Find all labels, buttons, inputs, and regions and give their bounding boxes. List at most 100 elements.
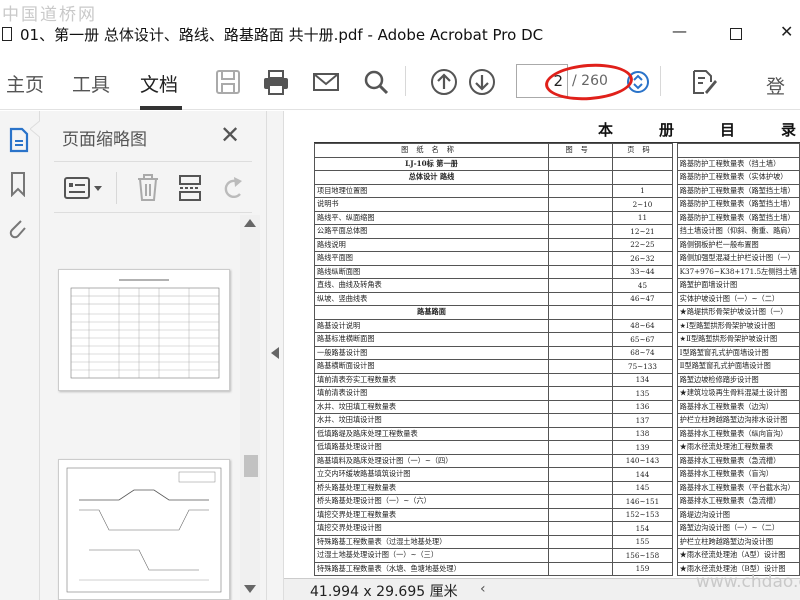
thumbnails-scrollbar[interactable] (240, 215, 260, 600)
login-button[interactable]: 登 (766, 72, 785, 99)
table-row: 路线纵断面图 33~44 K37+976~K38+171.5左侧挡土墙 (313, 264, 800, 279)
toc-cell-name: LJ-10标 第一册 (313, 156, 550, 171)
maximize-button[interactable] (730, 28, 742, 40)
toc-cell-page: 11 (612, 210, 673, 225)
toc-header-fig: 图号 (548, 143, 614, 158)
page-thumbnail-177[interactable] (58, 269, 230, 391)
attachment-icon[interactable] (6, 215, 28, 241)
panel-splitter[interactable] (266, 111, 284, 600)
toc-cell-name: 特殊路基工程数量表（过湿土地基处理） (313, 534, 550, 549)
toc-cell-fig (548, 413, 614, 428)
toc-cell-page: 33~44 (612, 264, 673, 279)
toc-cell-page: 146~151 (612, 494, 673, 509)
scroll-down-icon[interactable] (244, 585, 256, 593)
toc-cell-fig (548, 548, 614, 563)
toc-cell-fig (548, 372, 614, 387)
delete-icon[interactable] (136, 174, 160, 202)
options-menu-icon[interactable] (64, 176, 104, 200)
document-heading: 本册目录 (598, 121, 796, 139)
toc-cell-right: 路基排水工程数量表（急流槽） (676, 494, 800, 509)
minimize-button[interactable]: — (672, 22, 687, 40)
table-row: 说明书 2~10 路基防护工程数量表（路堑挡土墙） (313, 197, 800, 212)
toc-cell-fig (548, 426, 614, 441)
extract-pages-icon[interactable] (178, 174, 202, 202)
toc-cell-name: 过湿土地基处理设计图（一）~（三） (313, 548, 550, 563)
toc-cell-right: 路侧钢板护栏一般布置图 (676, 237, 800, 252)
main-toolbar: 主页 工具 文档 (0, 56, 800, 110)
table-row: 水井、坟田填工程数量表 136 路基排水工程数量表（边沟） (313, 399, 800, 414)
table-row: 桥头路基处理工程数量表 145 路基排水工程数量表（平台截水沟） (313, 480, 800, 495)
toc-cell-page: 45 (612, 278, 673, 293)
table-row: 总体设计 路线 路基防护工程数量表（实体护坡） (313, 170, 800, 185)
toc-cell-right: 实体护坡设计图（一）~（二） (676, 291, 800, 306)
table-row: 一般路基设计图 68~74 Ⅰ型路堑窗孔式护面墙设计图 (313, 345, 800, 360)
close-window-button[interactable]: ✕ (780, 22, 793, 41)
previous-page-icon[interactable] (430, 68, 458, 96)
toc-cell-fig (548, 318, 614, 333)
toc-cell-fig (548, 399, 614, 414)
toc-cell-fig (548, 251, 614, 266)
collapse-panel-arrow-icon[interactable] (271, 347, 279, 359)
toc-cell-fig (548, 494, 614, 509)
email-icon[interactable] (312, 68, 340, 96)
thumbnails-scroll-area[interactable]: 176 177 (40, 215, 266, 600)
toc-cell-fig (548, 305, 614, 320)
print-icon[interactable] (262, 68, 290, 96)
scroll-up-icon[interactable] (244, 219, 256, 227)
toc-header-name: 图纸名称 (313, 143, 550, 158)
scroll-left-icon[interactable]: ‹ (480, 581, 486, 597)
tab-home[interactable]: 主页 (6, 70, 44, 97)
table-row: 立交内环缓坡路基填筑设计图 144 路基排水工程数量表（盲沟） (313, 467, 800, 482)
toc-cell-right: 路堤边沟设计图 (676, 507, 800, 522)
toc-cell-fig (548, 278, 614, 293)
table-row: 水井、坟田填设计图 137 护栏立柱跨越路堑边沟排水设计图 (313, 413, 800, 428)
toc-cell-right: 路基排水工程数量表（平台截水沟） (676, 480, 800, 495)
toc-cell-right: 路堑边沟设计图（一）~（二） (676, 521, 800, 536)
table-row: 路线平、纵面缩图 11 路基防护工程数量表（路堑挡土墙） (313, 210, 800, 225)
toc-cell-name: 路基填料及路床处理设计图（一）~（四） (313, 453, 550, 468)
document-view[interactable]: 本册目录 图纸名称图号页码LJ-10标 第一册路基防护工程数量表（挡土墙）总体设… (284, 111, 800, 600)
tab-document[interactable]: 文档 (140, 70, 178, 97)
undo-icon[interactable] (220, 174, 246, 202)
fill-sign-icon[interactable] (690, 68, 718, 96)
toc-cell-fig (548, 237, 614, 252)
toc-cell-page (612, 170, 673, 185)
toc-cell-name: 路基标准横断面图 (313, 332, 550, 347)
toc-cell-name: 水井、坟田填设计图 (313, 413, 550, 428)
table-row: 低填路基处理设计图 139 ★雨水径流处理池工程数量表 (313, 440, 800, 455)
toc-cell-page: 154 (612, 521, 673, 536)
toc-cell-fig (548, 386, 614, 401)
page-thumbnails-icon[interactable] (8, 127, 30, 153)
toc-cell-fig (548, 264, 614, 279)
toc-cell-page: 68~74 (612, 345, 673, 360)
toc-cell-name: 填前清表夯实工程数量表 (313, 372, 550, 387)
toc-cell-right: 路基防护工程数量表（路堑挡土墙） (676, 210, 800, 225)
search-icon[interactable] (362, 68, 390, 96)
next-page-icon[interactable] (468, 68, 496, 96)
toc-cell-fig (548, 521, 614, 536)
toc-cell-right: ★雨水径流处理池工程数量表 (676, 440, 800, 455)
panel-toolbar (54, 161, 252, 213)
tab-tools[interactable]: 工具 (72, 70, 110, 97)
table-row: 路基横断面设计图 75~133 Ⅱ型路堑窗孔式护面墙设计图 (313, 359, 800, 374)
table-row: 特殊路基工程数量表（过湿土地基处理） 155 护栏立柱跨越路堑边沟设计图 (313, 534, 800, 549)
thumbnail-table-preview (70, 279, 220, 379)
thumbnail-drawing-preview (66, 467, 222, 593)
save-icon[interactable] (214, 68, 242, 96)
toc-cell-right: ★雨水径流处理池（A型）设计图 (676, 548, 800, 563)
toc-cell-name: 一般路基设计图 (313, 345, 550, 360)
table-row: 直线、曲线及转角表 45 路堑护面墙设计图 (313, 278, 800, 293)
toc-cell-right: ★路堤拱形骨架护坡设计图（一） (676, 305, 800, 320)
scrollbar-thumb[interactable] (244, 455, 258, 477)
toc-cell-name: 总体设计 路线 (313, 170, 550, 185)
page-thumbnail-178[interactable] (58, 459, 230, 600)
close-panel-button[interactable]: ✕ (220, 121, 240, 149)
table-row: 过湿土地基处理设计图（一）~（三） 156~158 ★雨水径流处理池（A型）设计图 (313, 548, 800, 563)
toc-cell-fig (548, 332, 614, 347)
toc-cell-right: 路基防护工程数量表（路堑挡土墙） (676, 197, 800, 212)
toc-cell-page: 75~133 (612, 359, 673, 374)
toc-cell-name: 填挖交界处理工程数量表 (313, 507, 550, 522)
table-row: 公路平面总体图 12~21 挡土墙设计图（仰斜、衡重、路肩） (313, 224, 800, 239)
toc-cell-fig (548, 561, 614, 576)
bookmark-icon[interactable] (8, 171, 28, 197)
